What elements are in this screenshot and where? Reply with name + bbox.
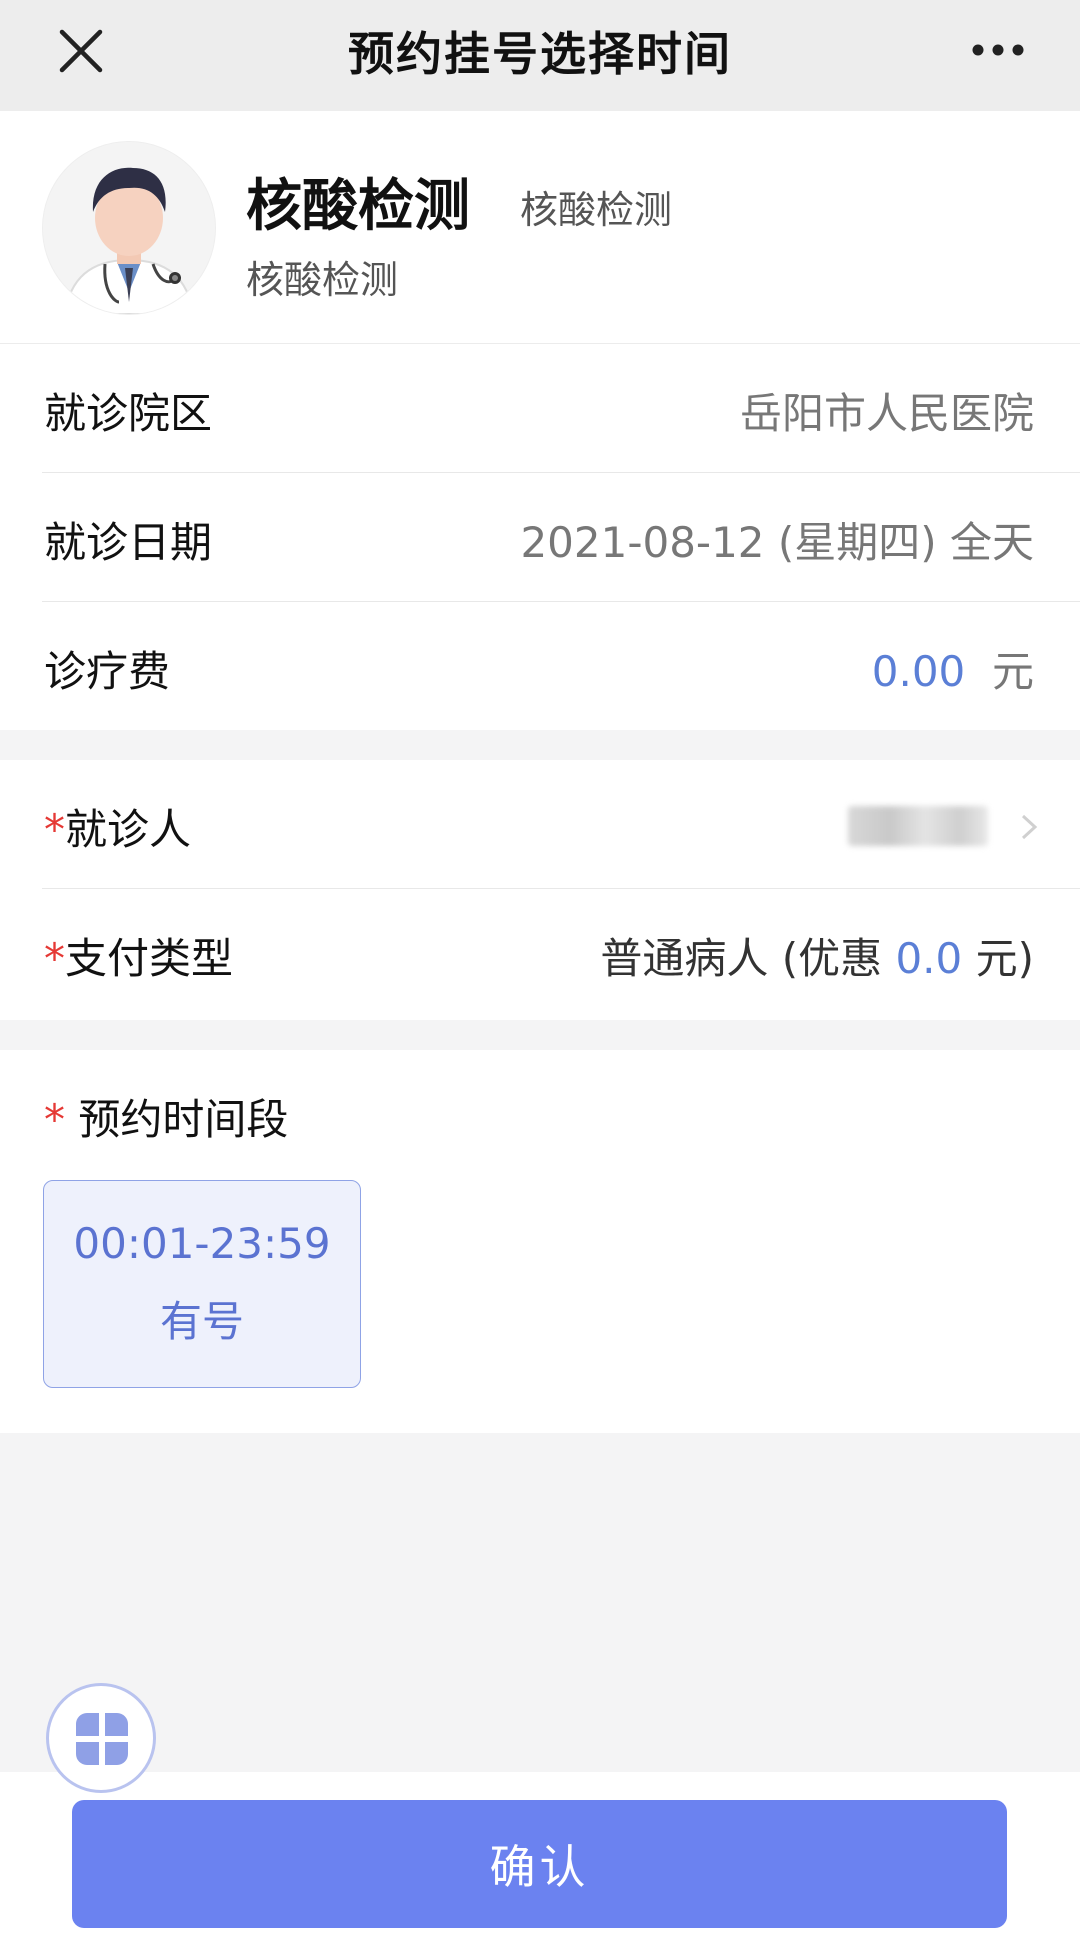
fee-amount: 0.00 xyxy=(871,647,966,696)
campus-value: 岳阳市人民医院 xyxy=(739,389,1034,438)
chevron-right-icon[interactable] xyxy=(1018,812,1040,842)
fee-value: 0.00 元 xyxy=(872,638,1034,699)
doctor-title-tag: 核酸检测 xyxy=(520,188,673,232)
date-value: 2021-08-12 (星期四) 全天 xyxy=(520,518,1034,567)
payment-type-label-text: 支付类型 xyxy=(65,934,234,983)
floating-menu-button[interactable] xyxy=(46,1683,156,1793)
fee-unit: 元 xyxy=(991,647,1034,696)
doctor-name: 核酸检测 xyxy=(246,174,470,239)
top-bar: 预约挂号选择时间 xyxy=(0,0,1080,111)
fee-label: 诊疗费 xyxy=(44,647,171,696)
patient-label: *就诊人 xyxy=(44,796,191,857)
timeslot-option[interactable]: 00:01-23:59 有号 xyxy=(43,1180,361,1388)
payment-type-row[interactable]: *支付类型 普通病人 (优惠 0.0 元) xyxy=(42,889,1080,1017)
patient-section: *就诊人 *支付类型 普通病人 (优惠 0.0 元) xyxy=(0,760,1080,1020)
required-mark: * xyxy=(44,934,65,983)
timeslot-time: 00:01-23:59 xyxy=(73,1219,331,1268)
payment-type-label: *支付类型 xyxy=(44,925,233,986)
payment-type-prefix: 普通病人 (优惠 xyxy=(600,934,896,983)
doctor-card: 核酸检测 核酸检测 核酸检测 xyxy=(0,111,1080,344)
patient-row[interactable]: *就诊人 xyxy=(42,760,1080,889)
more-icon[interactable] xyxy=(968,30,1028,70)
date-row: 就诊日期 2021-08-12 (星期四) 全天 xyxy=(42,473,1080,602)
fee-row: 诊疗费 0.00 元 xyxy=(42,602,1080,730)
appointment-info-section: 就诊院区 岳阳市人民医院 就诊日期 2021-08-12 (星期四) 全天 诊疗… xyxy=(0,344,1080,730)
required-mark: * xyxy=(44,1095,65,1144)
timeslot-section: * 预约时间段 00:01-23:59 有号 xyxy=(0,1050,1080,1433)
required-mark: * xyxy=(44,805,65,854)
date-label: 就诊日期 xyxy=(44,518,213,567)
timeslot-availability: 有号 xyxy=(159,1297,244,1346)
campus-row: 就诊院区 岳阳市人民医院 xyxy=(42,344,1080,473)
payment-type-value[interactable]: 普通病人 (优惠 0.0 元) xyxy=(600,925,1034,986)
doctor-avatar xyxy=(42,141,216,315)
grid-menu-icon xyxy=(76,1713,128,1765)
page-title: 预约挂号选择时间 xyxy=(348,27,732,81)
patient-label-text: 就诊人 xyxy=(65,805,192,854)
patient-name-blurred xyxy=(848,806,988,846)
confirm-button[interactable]: 确认 xyxy=(72,1800,1007,1928)
payment-type-suffix: 元) xyxy=(962,934,1034,983)
timeslot-label-text: 预约时间段 xyxy=(65,1095,289,1144)
doctor-department: 核酸检测 xyxy=(246,258,399,302)
timeslot-label: * 预约时间段 xyxy=(44,1086,288,1147)
campus-label: 就诊院区 xyxy=(44,389,213,438)
payment-discount: 0.0 xyxy=(895,934,963,983)
